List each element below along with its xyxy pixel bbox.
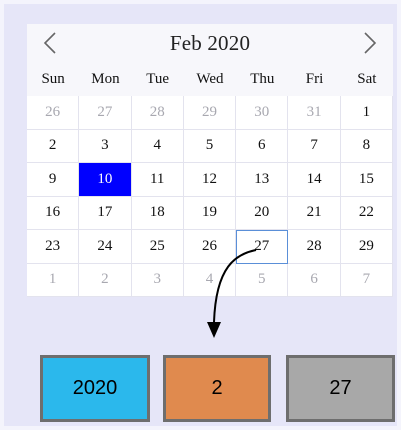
day-cell[interactable]: 24 — [79, 230, 132, 264]
day-cell[interactable]: 5 — [183, 129, 237, 163]
weekday-row: Sun Mon Tue Wed Thu Fri Sat — [27, 62, 393, 96]
day-cell[interactable]: 3 — [79, 129, 132, 163]
day-cell[interactable]: 4 — [183, 263, 237, 297]
day-value: 27 — [329, 377, 352, 399]
day-cell[interactable]: 8 — [340, 129, 393, 163]
day-cell[interactable]: 7 — [288, 129, 341, 163]
day-cell[interactable]: 5 — [236, 263, 289, 297]
day-cell[interactable]: 19 — [183, 196, 237, 230]
day-cell[interactable]: 6 — [236, 129, 289, 163]
day-cell[interactable]: 29 — [183, 96, 237, 130]
day-cell[interactable]: 2 — [27, 129, 80, 163]
day-cell[interactable]: 29 — [340, 230, 393, 264]
weekday-label: Fri — [305, 70, 324, 87]
day-cell[interactable]: 28 — [288, 230, 341, 264]
day-cell[interactable]: 7 — [340, 263, 393, 297]
day-grid: 26 27 28 29 30 31 1 2 3 4 5 6 7 8 9 10 11 12 13 14 15 16 17 18 1… — [27, 96, 393, 297]
weekday-label: Mon — [91, 70, 120, 87]
day-cell[interactable]: 11 — [131, 163, 184, 197]
year-output-box: 2020 — [40, 355, 150, 422]
day-cell[interactable]: 30 — [236, 96, 289, 130]
month-title[interactable]: Feb 2020 — [170, 31, 250, 56]
chevron-right-icon — [364, 32, 377, 54]
day-cell[interactable]: 17 — [79, 196, 132, 230]
prev-month-button[interactable] — [27, 24, 73, 62]
day-cell[interactable]: 23 — [27, 230, 80, 264]
day-cell[interactable]: 14 — [288, 163, 341, 197]
weekday-label: Sun — [41, 70, 65, 87]
weekday-label: Sat — [357, 70, 377, 87]
day-cell[interactable]: 12 — [183, 163, 237, 197]
day-cell[interactable]: 25 — [131, 230, 184, 264]
day-cell[interactable]: 1 — [340, 96, 393, 130]
weekday-label: Thu — [250, 70, 275, 87]
weekday-label: Tue — [146, 70, 170, 87]
day-cell[interactable]: 3 — [131, 263, 184, 297]
calendar: Feb 2020 Sun Mon Tue Wed Thu Fri Sat 26 2… — [27, 24, 393, 297]
day-cell[interactable]: 16 — [27, 196, 80, 230]
year-value: 2020 — [72, 377, 118, 399]
day-cell-selected[interactable]: 10 — [79, 163, 132, 197]
day-cell[interactable]: 22 — [340, 196, 393, 230]
day-cell[interactable]: 21 — [288, 196, 341, 230]
day-cell[interactable]: 20 — [236, 196, 289, 230]
day-cell[interactable]: 13 — [236, 163, 289, 197]
calendar-header: Feb 2020 — [27, 24, 393, 62]
day-output-box: 27 — [286, 355, 395, 422]
day-cell[interactable]: 27 — [79, 96, 132, 130]
month-value: 2 — [211, 377, 223, 399]
day-cell[interactable]: 28 — [131, 96, 184, 130]
day-cell[interactable]: 2 — [79, 263, 132, 297]
day-cell[interactable]: 6 — [288, 263, 341, 297]
day-cell[interactable]: 26 — [27, 96, 80, 130]
day-cell[interactable]: 18 — [131, 196, 184, 230]
chevron-left-icon — [43, 32, 56, 54]
day-cell[interactable]: 31 — [288, 96, 341, 130]
day-cell-focused[interactable]: 27 — [236, 230, 289, 264]
day-cell[interactable]: 26 — [183, 230, 237, 264]
day-cell[interactable]: 4 — [131, 129, 184, 163]
month-output-box: 2 — [163, 355, 271, 422]
next-month-button[interactable] — [347, 24, 393, 62]
output-fields: 2020 2 27 — [40, 355, 395, 422]
day-cell[interactable]: 9 — [27, 163, 80, 197]
day-cell[interactable]: 15 — [340, 163, 393, 197]
weekday-label: Wed — [196, 70, 224, 87]
date-picker-panel: Feb 2020 Sun Mon Tue Wed Thu Fri Sat 26 2… — [0, 0, 401, 430]
day-cell[interactable]: 1 — [27, 263, 80, 297]
